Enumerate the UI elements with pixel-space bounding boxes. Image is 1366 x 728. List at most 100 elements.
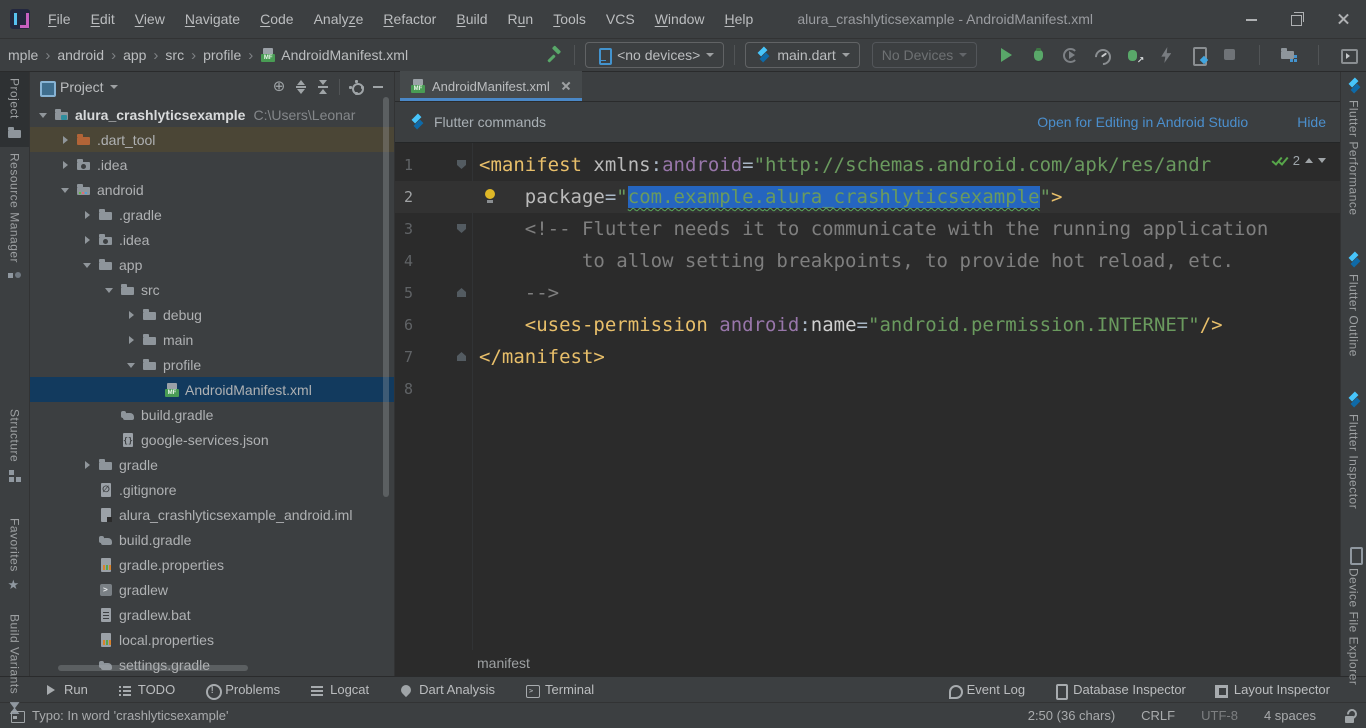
tool-button-device-file-explorer[interactable]: Device File Explorer [1341,540,1366,691]
tree-vertical-scrollbar[interactable] [383,97,389,497]
restore-button[interactable] [1274,0,1320,38]
code-line-5[interactable]: 5 --> [395,277,1340,309]
build-hammer-icon[interactable] [546,46,564,64]
menu-code[interactable]: Code [250,0,303,38]
device-manager-button[interactable] [1276,42,1302,68]
tree-row-gradle-properties[interactable]: gradle.properties [30,552,394,577]
indent-style[interactable]: 4 spaces [1264,708,1316,723]
chevron-right-icon[interactable] [124,333,138,347]
inspections-widget[interactable]: 2 [1269,151,1330,170]
code-editor[interactable]: 1<manifest xmlns:android="http://schemas… [395,143,1340,676]
tool-button-project[interactable]: Project [0,72,29,147]
tab-close-icon[interactable] [560,80,572,92]
expand-all-button[interactable] [293,79,309,95]
chevron-right-icon[interactable] [80,233,94,247]
select-opened-file-button[interactable]: ⊕ [271,79,287,95]
tree-row-android[interactable]: android [30,177,394,202]
tree-row-gradle[interactable]: gradle [30,452,394,477]
tree-row-build-gradle[interactable]: build.gradle [30,527,394,552]
settings-gear-icon[interactable] [348,79,364,95]
breadcrumb-manifest[interactable]: manifest [477,655,530,671]
tool-button-favorites[interactable]: Favorites★ [0,512,29,600]
caret-position[interactable]: 2:50 (36 chars) [1028,708,1115,723]
tool-button-flutter-performance[interactable]: Flutter Performance [1341,72,1366,222]
tree-row--gradle[interactable]: .gradle [30,202,394,227]
toolwindow-button-terminal[interactable]: >Terminal [525,682,594,697]
stop-button[interactable] [1217,42,1243,68]
menu-build[interactable]: Build [446,0,497,38]
tree-row-androidmanifest-xml[interactable]: MFAndroidManifest.xml [30,377,394,402]
toolwindow-button-database-inspector[interactable]: Database Inspector [1053,682,1186,697]
collapse-all-button[interactable] [315,79,331,95]
fold-marker[interactable] [457,352,466,361]
code-line-1[interactable]: 1<manifest xmlns:android="http://schemas… [395,149,1340,181]
hide-banner-link[interactable]: Hide [1297,114,1326,130]
chevron-right-icon[interactable] [80,208,94,222]
toolwindow-button-layout-inspector[interactable]: Layout Inspector [1214,682,1330,697]
breadcrumb-item-app[interactable]: app [123,47,146,63]
next-problem-icon[interactable] [1318,158,1326,163]
breadcrumb-item-android[interactable]: android [57,47,104,63]
code-line-4[interactable]: 4 to allow setting breakpoints, to provi… [395,245,1340,277]
tree-row--gitignore[interactable]: ∅.gitignore [30,477,394,502]
menu-tools[interactable]: Tools [543,0,596,38]
flutter-device-selector[interactable]: No Devices [872,42,978,68]
menu-help[interactable]: Help [715,0,764,38]
chevron-down-icon[interactable] [124,358,138,372]
running-devices-button[interactable] [1335,42,1361,68]
open-in-android-studio-link[interactable]: Open for Editing in Android Studio [1037,114,1248,130]
menu-edit[interactable]: Edit [81,0,125,38]
tool-button-flutter-outline[interactable]: Flutter Outline [1341,246,1366,363]
menu-vcs[interactable]: VCS [596,0,645,38]
tree-row-main[interactable]: main [30,327,394,352]
breadcrumb-item-src[interactable]: src [165,47,184,63]
menu-refactor[interactable]: Refactor [373,0,446,38]
menu-analyze[interactable]: Analyze [304,0,374,38]
chevron-right-icon[interactable] [58,158,72,172]
fold-marker[interactable] [457,224,466,233]
lock-icon[interactable] [1342,709,1356,723]
tree-row-gradlew[interactable]: >gradlew [30,577,394,602]
minimize-button[interactable] [1228,0,1274,38]
run-button[interactable] [993,42,1019,68]
tree-row-debug[interactable]: debug [30,302,394,327]
menu-file[interactable]: File [38,0,81,38]
tree-row-alura-crashlyticsexample-android-iml[interactable]: alura_crashlyticsexample_android.iml [30,502,394,527]
file-encoding[interactable]: UTF-8 [1201,708,1238,723]
fold-marker[interactable] [457,288,466,297]
flutter-attach-button[interactable] [1185,42,1211,68]
tool-button-structure[interactable]: Structure [0,403,29,490]
menu-run[interactable]: Run [498,0,544,38]
profile-app-button[interactable] [1089,42,1115,68]
fold-marker[interactable] [457,160,466,169]
chevron-right-icon[interactable] [58,133,72,147]
previous-problem-icon[interactable] [1305,158,1313,163]
code-line-2[interactable]: 2 package="com.example.alura_crashlytics… [395,181,1340,213]
code-line-7[interactable]: 7</manifest> [395,341,1340,373]
code-line-6[interactable]: 6 <uses-permission android:name="android… [395,309,1340,341]
tree-row--dart-tool[interactable]: .dart_tool [30,127,394,152]
tree-horizontal-scrollbar[interactable] [58,665,248,671]
debug-button[interactable] [1025,42,1051,68]
breadcrumb-item-mple[interactable]: mple [8,47,38,63]
run-with-coverage-button[interactable] [1057,42,1083,68]
tree-row-settings-gradle[interactable]: settings.gradle [30,652,394,676]
run-config-selector[interactable]: main.dart [745,42,859,68]
chevron-down-icon[interactable] [36,108,50,122]
tree-row-gradlew-bat[interactable]: gradlew.bat [30,602,394,627]
tool-button-build-variants[interactable]: Build Variants [0,608,29,722]
toolwindow-button-logcat[interactable]: Logcat [310,682,369,697]
tool-button-resource-manager[interactable]: Resource Manager [0,147,29,291]
attach-debugger-button[interactable]: ↗ [1121,42,1147,68]
tree-row-google-services-json[interactable]: {}google-services.json [30,427,394,452]
device-selector[interactable]: <no devices> [585,42,724,68]
hide-panel-button[interactable] [370,79,386,95]
tree-row--idea[interactable]: .idea [30,227,394,252]
chevron-right-icon[interactable] [80,458,94,472]
tool-button-flutter-inspector[interactable]: Flutter Inspector [1341,386,1366,515]
chevron-right-icon[interactable] [124,308,138,322]
toolwindow-button-problems[interactable]: !Problems [205,682,280,697]
code-line-8[interactable]: 8 [395,373,1340,405]
chevron-down-icon[interactable] [110,85,118,89]
toolwindow-button-event-log[interactable]: Event Log [947,682,1026,697]
